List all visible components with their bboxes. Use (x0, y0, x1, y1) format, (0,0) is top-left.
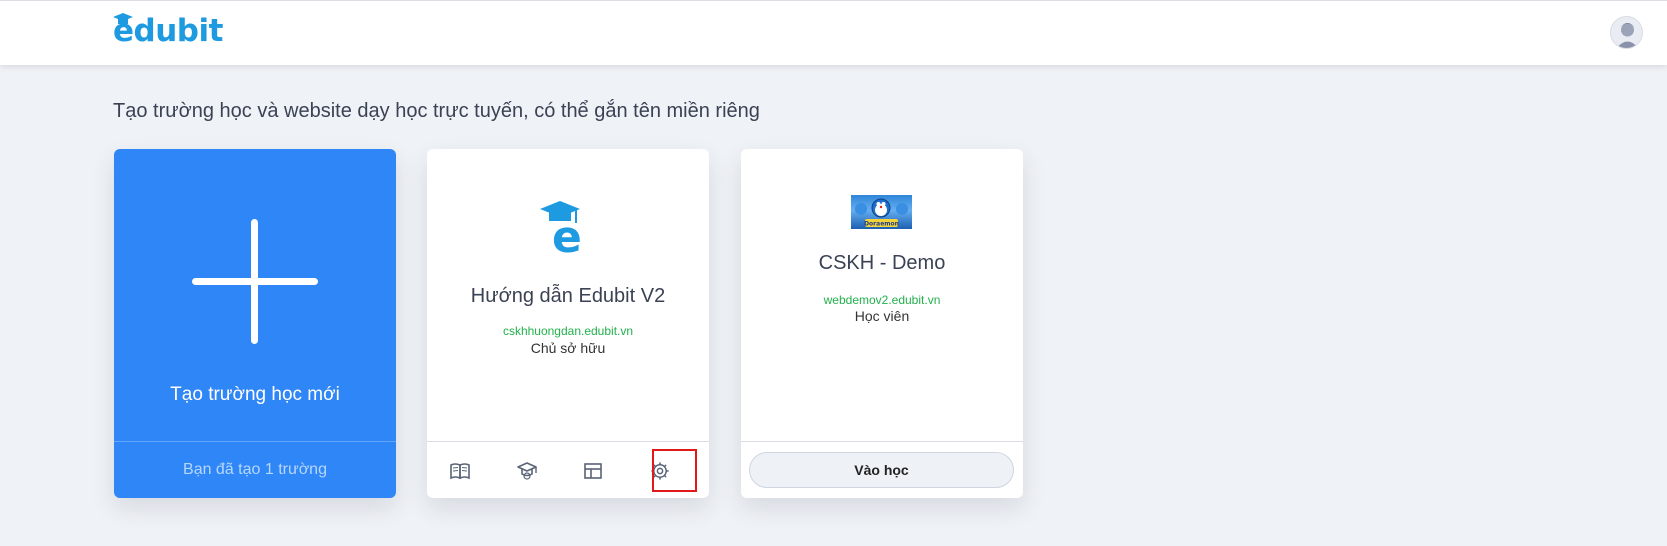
school-role: Chủ sở hữu (530, 340, 606, 356)
doraemon-thumbnail-image: Doraemon (855, 198, 908, 228)
course-book-icon[interactable] (449, 460, 471, 482)
school-role: Học viên (854, 308, 910, 324)
doraemon-thumbnail: Doraemon (851, 195, 912, 229)
top-header: edubit (0, 0, 1667, 65)
svg-text:e: e (552, 212, 582, 255)
school-name[interactable]: Hướng dẫn Edubit V2 (427, 285, 709, 308)
edubit-e-logo-icon: e (540, 201, 582, 255)
school-domain-link[interactable]: cskhhuongdan.edubit.vn (427, 324, 709, 338)
create-school-card[interactable]: Tạo trường học mới Bạn đã tạo 1 trường (114, 149, 396, 498)
page-subtitle: Tạo trường học và website dạy học trực t… (113, 100, 760, 122)
avatar-figure-icon (1616, 23, 1639, 48)
school-domain-link[interactable]: webdemov2.edubit.vn (741, 293, 1023, 307)
card-divider (741, 441, 1023, 442)
graduation-cap-icon[interactable] (516, 460, 538, 482)
plus-icon-horizontal (192, 278, 318, 285)
card-divider (427, 441, 709, 442)
settings-highlight-box (652, 449, 697, 492)
card-divider (114, 441, 396, 442)
edubit-logo[interactable]: edubit (113, 13, 223, 49)
enter-class-button[interactable]: Vào học (749, 452, 1014, 488)
school-card-huong-dan[interactable]: e Hướng dẫn Edubit V2 cskhhuongdan.edubi… (427, 149, 709, 498)
doraemon-thumbnail-text: Doraemon (864, 221, 899, 228)
school-name[interactable]: CSKH - Demo (741, 252, 1023, 275)
schools-created-count: Bạn đã tạo 1 trường (183, 461, 327, 478)
school-card-cskh-demo[interactable]: Doraemon CSKH - Demo webdemov2.edubit.vn… (741, 149, 1023, 498)
user-avatar-icon[interactable] (1610, 16, 1643, 49)
layout-icon[interactable] (582, 460, 604, 482)
create-school-label: Tạo trường học mới (170, 384, 340, 405)
